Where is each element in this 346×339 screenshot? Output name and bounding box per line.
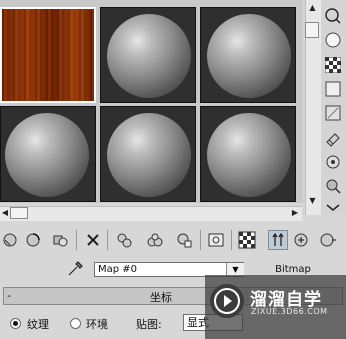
make-unique-icon[interactable] [145, 230, 165, 250]
video-color-check-icon[interactable] [323, 103, 343, 123]
rollout-title: 坐标 [150, 291, 172, 304]
sample-slot-6[interactable] [200, 106, 296, 202]
sample-sphere [107, 113, 191, 197]
rollout-collapse-toggle[interactable]: - [7, 289, 11, 302]
reset-map-icon[interactable] [83, 230, 103, 250]
sample-sphere [207, 113, 291, 197]
sample-slot-4[interactable] [0, 106, 96, 202]
toolbar-separator [76, 230, 77, 250]
sample-slot-2[interactable] [100, 7, 196, 103]
watermark-url: ZIXUE.3D66.COM [251, 307, 328, 316]
sample-slot-5[interactable] [100, 106, 196, 202]
go-forward-sibling-icon[interactable] [318, 230, 338, 250]
options-icon[interactable] [323, 152, 343, 172]
toolbar-separator [200, 230, 201, 250]
toolbar-separator [107, 230, 108, 250]
sample-slots-panel [0, 0, 303, 203]
sample-slot-3[interactable] [200, 7, 296, 103]
horizontal-scrollbar[interactable] [0, 206, 302, 221]
background-checker-icon[interactable] [323, 55, 343, 75]
sample-sphere [5, 113, 89, 197]
scroll-up-arrow-icon[interactable]: ▲ [305, 3, 320, 13]
sample-type-sphere-icon[interactable] [323, 6, 343, 26]
sample-sphere [207, 14, 291, 98]
put-to-scene-icon[interactable] [23, 230, 43, 250]
sample-slot-1[interactable] [0, 7, 96, 103]
scroll-down-arrow-icon[interactable]: ▼ [305, 196, 320, 206]
eyedropper-icon[interactable] [66, 260, 84, 278]
sample-uv-tiling-icon[interactable] [323, 79, 343, 99]
material-id-channel-icon[interactable] [206, 230, 226, 250]
sample-sphere [107, 14, 191, 98]
environ-label: 环境 [86, 318, 108, 331]
select-by-material-icon[interactable] [323, 176, 343, 196]
texture-radio[interactable] [10, 318, 21, 329]
watermark-logo-icon [210, 284, 244, 318]
backlight-icon[interactable] [323, 30, 343, 50]
go-to-parent-icon[interactable] [292, 230, 312, 250]
show-end-result-icon[interactable] [268, 230, 288, 250]
assign-material-icon[interactable] [50, 230, 70, 250]
show-map-in-viewport-icon[interactable] [237, 230, 257, 250]
horizontal-scroll-thumb[interactable] [10, 207, 28, 219]
copy-material-icon[interactable] [114, 230, 134, 250]
toolbar-separator [231, 230, 232, 250]
put-to-library-icon[interactable] [174, 230, 194, 250]
make-preview-icon[interactable] [323, 128, 343, 148]
scroll-left-arrow-icon[interactable]: ◀ [1, 208, 9, 218]
material-navigator-icon[interactable] [323, 197, 343, 217]
texture-label: 纹理 [27, 318, 49, 331]
environ-radio[interactable] [70, 318, 81, 329]
mapping-label: 贴图: [136, 318, 162, 331]
get-material-icon[interactable] [0, 230, 20, 250]
scroll-right-arrow-icon[interactable]: ▶ [290, 208, 300, 218]
vertical-scroll-thumb[interactable] [305, 22, 319, 38]
